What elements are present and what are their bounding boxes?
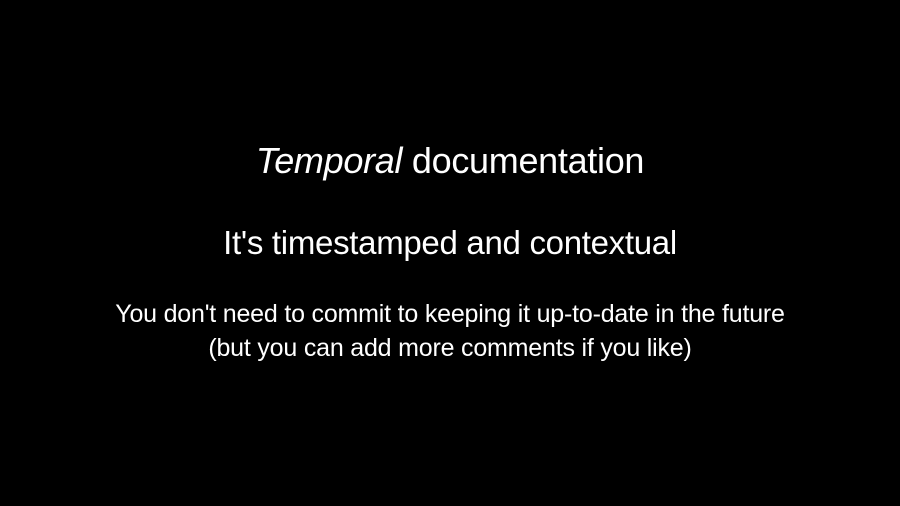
title-rest: documentation (402, 140, 644, 181)
title-italic-word: Temporal (256, 140, 402, 181)
body-line-2: (but you can add more comments if you li… (208, 334, 691, 362)
slide-title: Temporal documentation (115, 140, 784, 182)
slide-body: You don't need to commit to keeping it u… (115, 298, 784, 366)
slide-content: Temporal documentation It's timestamped … (55, 140, 844, 366)
slide-subtitle: It's timestamped and contextual (115, 224, 784, 262)
body-line-1: You don't need to commit to keeping it u… (115, 300, 784, 328)
